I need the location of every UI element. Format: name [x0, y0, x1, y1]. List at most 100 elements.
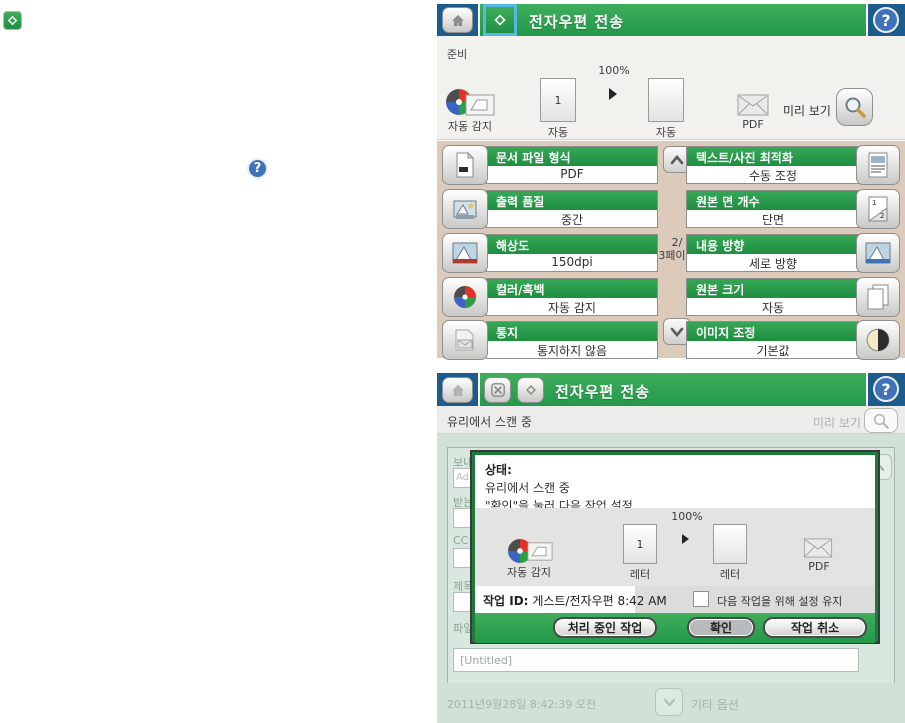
email-attachment-icon: [803, 538, 833, 558]
setting-image-adjustment[interactable]: 이미지 조정 기본값: [686, 321, 860, 359]
start-scan-button[interactable]: [483, 4, 517, 36]
settings-area: 2/ 3페이지 문서 파일 형식 PDF 출력 품질 중간 해상도 150dpi…: [437, 141, 905, 360]
dialog-green-border: 상태: 유리에서 스캔 중 "확인"을 눌러 다음 작업 설정 자동 감지 1 …: [472, 452, 878, 643]
scan-status-dialog: 상태: 유리에서 스캔 중 "확인"을 눌러 다음 작업 설정 자동 감지 1 …: [470, 450, 880, 644]
text-photo-optimize-icon-button[interactable]: [856, 145, 900, 185]
setting-text-photo-optimize[interactable]: 텍스트/사진 최적화 수동 조정: [686, 146, 860, 184]
setting-title: 이미지 조정: [687, 322, 859, 341]
pages-count: 1: [554, 93, 562, 107]
scale-value: 100%: [598, 64, 630, 77]
pages-thumbnail: 1: [623, 524, 657, 564]
help-button[interactable]: ?: [873, 7, 899, 33]
original-sides-icon-button[interactable]: 12: [856, 189, 900, 229]
setting-title: 원본 크기: [687, 279, 859, 298]
magnifier-icon: [873, 413, 889, 429]
status-label: 상태:: [485, 463, 512, 477]
home-button[interactable]: [442, 377, 473, 403]
dialog-summary-section: 자동 감지 1 레터 100% 레터 PDF: [475, 508, 875, 586]
arrow-right-icon: [609, 88, 617, 100]
help-button[interactable]: ?: [873, 376, 899, 402]
email-form-background: 보내 Adr 받는 CC: 제목 파일 [Untitled] 상태: 유리에서 …: [437, 434, 905, 723]
setting-value: 150dpi: [487, 254, 657, 271]
setting-output-quality[interactable]: 출력 품질 중간: [486, 190, 658, 228]
paper-icon: [465, 94, 495, 116]
dialog-status-section: 상태: 유리에서 스캔 중 "확인"을 눌러 다음 작업 설정: [475, 455, 875, 513]
image-adjustment-icon-button[interactable]: [856, 320, 900, 360]
help-icon: ?: [247, 158, 268, 179]
size-thumbnail: [713, 524, 747, 564]
output-quality-icon-button[interactable]: [442, 189, 488, 229]
setting-value: 세로 방향: [687, 254, 859, 271]
chevron-down-icon: [670, 327, 684, 337]
start-icon: [3, 11, 22, 30]
doc-file-format-icon-button[interactable]: [442, 145, 488, 185]
pages-label: 레터: [629, 568, 651, 581]
preview-label: 미리 보기: [783, 104, 831, 118]
chevron-down-icon: [663, 698, 675, 707]
setting-color-black[interactable]: 컬러/흑백 자동 감지: [486, 278, 658, 316]
pages-label: 자동: [547, 126, 569, 139]
resolution-icon-button[interactable]: [442, 233, 488, 273]
cancel-x-icon: [490, 383, 505, 397]
job-id-value: 게스트/전자우편 8:42 AM: [532, 594, 667, 608]
size-label: 레터: [719, 568, 741, 581]
svg-text:2: 2: [880, 212, 884, 220]
preview-label-disabled: 미리 보기: [813, 416, 861, 430]
start-icon: [494, 14, 506, 26]
setting-resolution[interactable]: 해상도 150dpi: [486, 234, 658, 272]
cancel-scan-button[interactable]: [484, 377, 511, 403]
dialog-jobid-strip: 작업 ID: 게스트/전자우편 8:42 AM 다음 작업을 위해 설정 유지: [475, 586, 875, 613]
magnifier-icon: [845, 97, 866, 118]
orientation-photo-icon: [865, 242, 891, 264]
start-icon: [525, 385, 536, 395]
dialog-button-band: 처리 중인 작업 확인 작업 취소: [475, 613, 875, 643]
setting-title: 텍스트/사진 최적화: [687, 147, 859, 166]
job-id-line: 작업 ID: 게스트/전자우편 8:42 AM: [483, 592, 667, 609]
sides-page-icon: 12: [867, 196, 888, 222]
page-title: 전자우편 전송: [555, 383, 651, 401]
print-quality-icon: [453, 200, 477, 219]
jobs-in-progress-button[interactable]: 처리 중인 작업: [553, 617, 657, 638]
top-header: 전자우편 전송 ?: [437, 4, 905, 36]
setting-content-orientation[interactable]: 내용 방향 세로 방향: [686, 234, 860, 272]
svg-text:1: 1: [872, 199, 876, 207]
start-scan-button-disabled[interactable]: [517, 377, 544, 403]
color-black-icon-button[interactable]: [442, 277, 488, 317]
preview-button[interactable]: [836, 88, 873, 126]
setting-notification[interactable]: 통지 통지하지 않음: [486, 321, 658, 359]
setting-title: 내용 방향: [687, 235, 859, 254]
contrast-icon: [866, 328, 890, 352]
setting-original-sides[interactable]: 원본 면 개수 단면: [686, 190, 860, 228]
setting-original-size[interactable]: 원본 크기 자동: [686, 278, 860, 316]
original-size-icon-button[interactable]: [856, 277, 900, 317]
arrow-right-icon: [682, 534, 689, 544]
cancel-job-button[interactable]: 작업 취소: [763, 617, 867, 638]
setting-title: 문서 파일 형식: [487, 147, 657, 166]
setting-value: 수동 조정: [687, 166, 859, 183]
setting-doc-file-format[interactable]: 문서 파일 형식 PDF: [486, 146, 658, 184]
home-icon: [451, 14, 464, 26]
color-mode-label: 자동 감지: [448, 120, 492, 133]
notification-envelope-icon: [455, 329, 474, 351]
keep-settings-checkbox[interactable]: [693, 591, 709, 607]
email-scanning-screen: 전자우편 전송 ? 유리에서 스캔 중 미리 보기 보내 Adr 받는 CC:: [437, 373, 905, 723]
status-summary-strip: 준비 자동 감지 1 자동 100% 자동 PDF 미리 보기: [437, 36, 905, 140]
home-icon: [451, 384, 464, 396]
ready-status: 준비: [447, 48, 468, 61]
setting-value: 중간: [487, 210, 657, 227]
setting-value: 통지하지 않음: [487, 341, 657, 358]
paper-icon: [527, 542, 553, 561]
more-options-button[interactable]: [655, 688, 683, 716]
ok-button[interactable]: 확인: [687, 617, 755, 638]
format-label: PDF: [808, 560, 830, 573]
setting-title: 원본 면 개수: [687, 191, 859, 210]
setting-title: 컬러/흑백: [487, 279, 657, 298]
content-orientation-icon-button[interactable]: [856, 233, 900, 273]
filename-field[interactable]: [Untitled]: [453, 648, 859, 672]
color-mode-label: 자동 감지: [507, 566, 551, 579]
document-icon: [456, 152, 475, 178]
notification-icon-button[interactable]: [442, 320, 488, 360]
format-label: PDF: [742, 118, 764, 131]
setting-value: 단면: [687, 210, 859, 227]
home-button[interactable]: [442, 7, 473, 33]
